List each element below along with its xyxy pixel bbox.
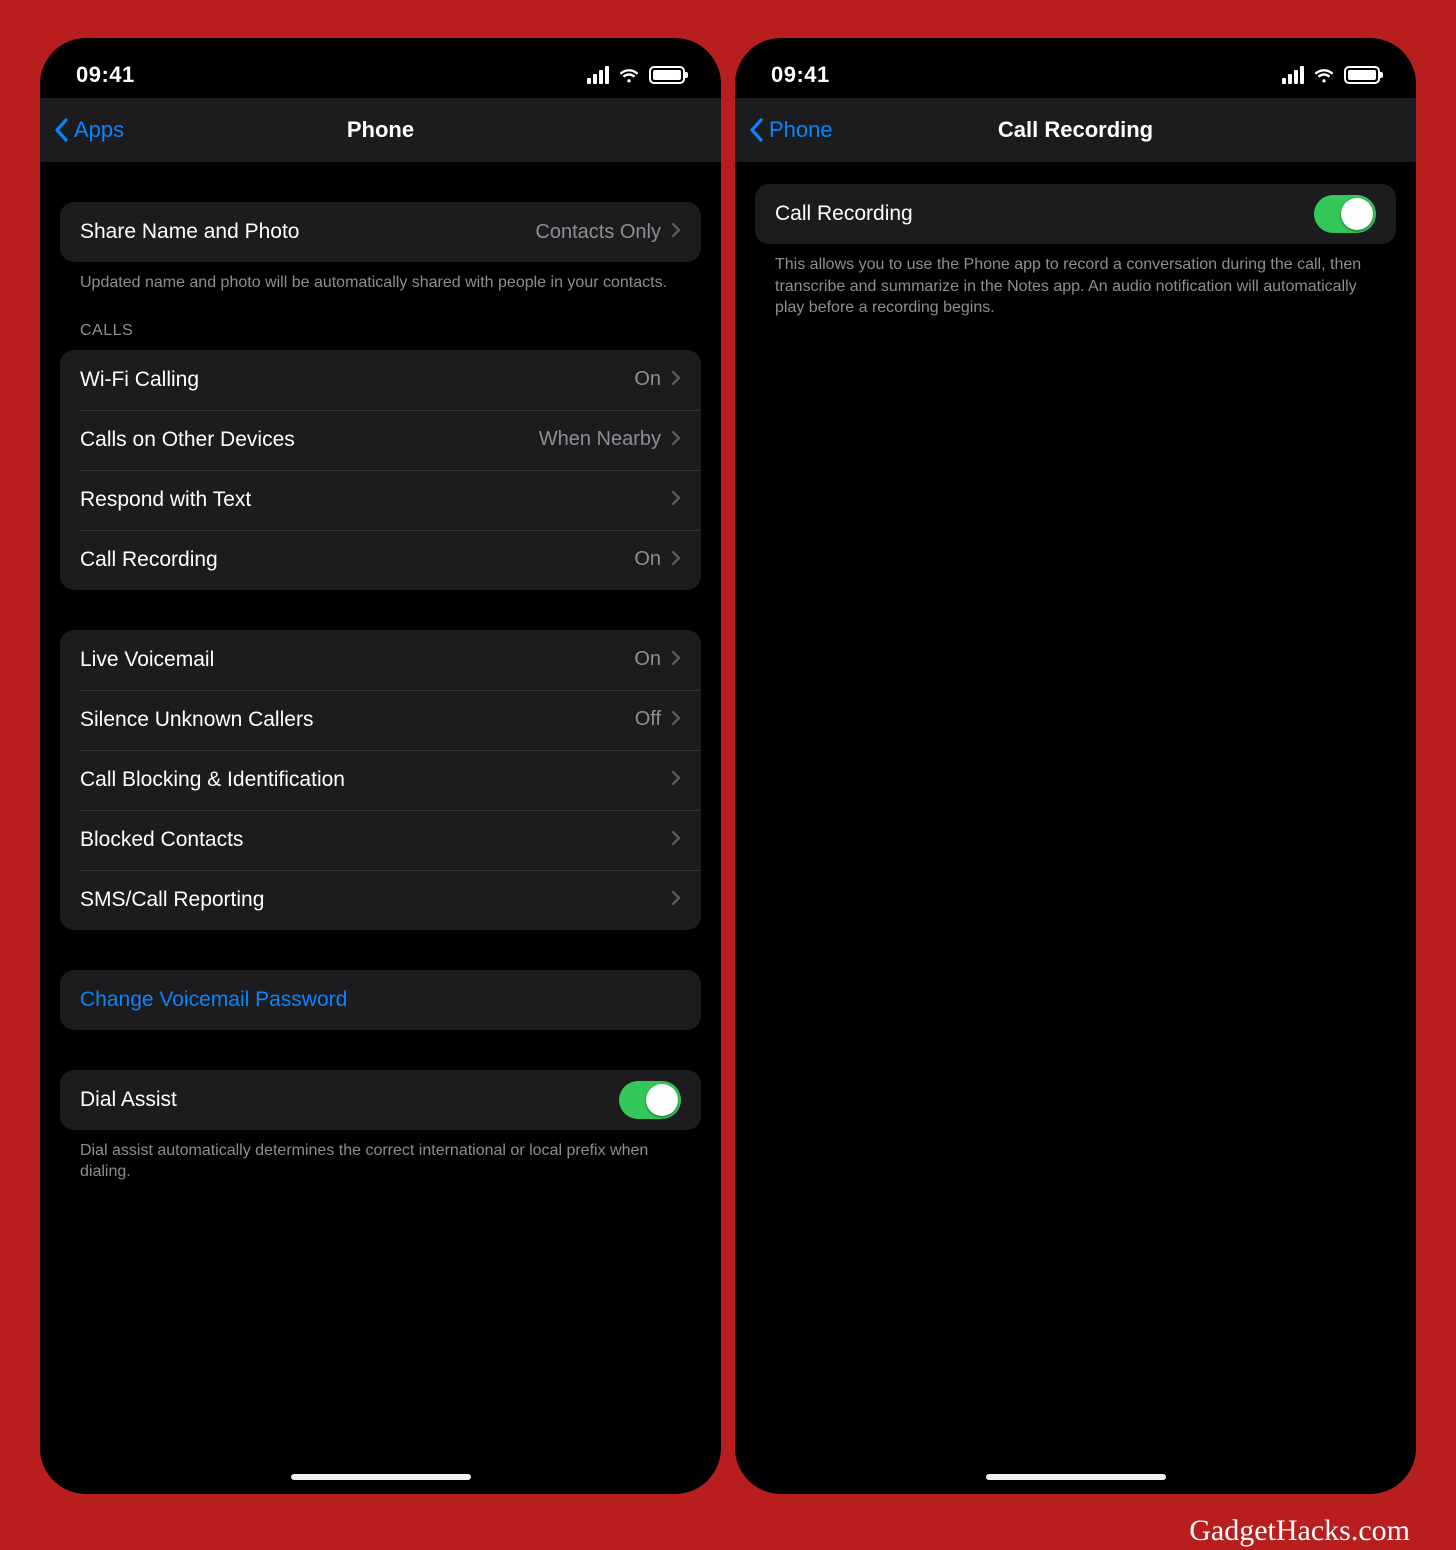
back-button[interactable]: Apps [54, 117, 124, 143]
row-share-name-photo[interactable]: Share Name and Photo Contacts Only [60, 202, 701, 262]
chevron-right-icon [671, 648, 681, 672]
section-header-calls: CALLS [80, 322, 701, 340]
row-sms-call-reporting[interactable]: SMS/Call Reporting [60, 870, 701, 930]
home-indicator[interactable] [986, 1474, 1166, 1480]
group-call-recording: Call Recording [755, 184, 1396, 244]
row-label: Respond with Text [80, 488, 671, 512]
row-label: Share Name and Photo [80, 220, 535, 244]
row-value: Off [635, 708, 661, 731]
group-calls: Wi-Fi Calling On Calls on Other Devices … [60, 350, 701, 590]
chevron-right-icon [671, 708, 681, 732]
call-recording-footer: This allows you to use the Phone app to … [755, 244, 1396, 319]
chevron-right-icon [671, 428, 681, 452]
watermark: GadgetHacks.com [1189, 1514, 1410, 1548]
nav-header: Apps Phone [40, 98, 721, 162]
chevron-right-icon [671, 548, 681, 572]
content: Call Recording This allows you to use th… [735, 162, 1416, 1494]
row-value: On [634, 548, 661, 571]
status-bar: 09:41 [40, 38, 721, 98]
chevron-right-icon [671, 488, 681, 512]
phone-screen-left: 09:41 Apps Phone Share Name and Photo Co… [40, 38, 721, 1494]
dial-assist-footer: Dial assist automatically determines the… [60, 1130, 701, 1183]
status-bar: 09:41 [735, 38, 1416, 98]
chevron-right-icon [671, 768, 681, 792]
row-calls-other-devices[interactable]: Calls on Other Devices When Nearby [60, 410, 701, 470]
wifi-icon [617, 66, 641, 84]
row-dial-assist: Dial Assist [60, 1070, 701, 1130]
dial-assist-toggle[interactable] [619, 1081, 681, 1119]
row-change-voicemail-password[interactable]: Change Voicemail Password [60, 970, 701, 1030]
row-value: When Nearby [539, 428, 661, 451]
back-label: Apps [74, 117, 124, 143]
row-live-voicemail[interactable]: Live Voicemail On [60, 630, 701, 690]
row-value: On [634, 368, 661, 391]
cellular-signal-icon [1282, 66, 1304, 84]
row-label: Blocked Contacts [80, 828, 671, 852]
share-footer: Updated name and photo will be automatic… [60, 262, 701, 294]
row-label: Wi-Fi Calling [80, 368, 634, 392]
chevron-left-icon [749, 118, 765, 142]
chevron-right-icon [671, 368, 681, 392]
home-indicator[interactable] [291, 1474, 471, 1480]
row-label: Dial Assist [80, 1088, 619, 1112]
cellular-signal-icon [587, 66, 609, 84]
row-label: Call Blocking & Identification [80, 768, 671, 792]
row-value: Contacts Only [535, 221, 661, 244]
wifi-icon [1312, 66, 1336, 84]
chevron-right-icon [671, 888, 681, 912]
row-label: Silence Unknown Callers [80, 708, 635, 732]
content: Share Name and Photo Contacts Only Updat… [40, 162, 721, 1494]
nav-header: Phone Call Recording [735, 98, 1416, 162]
row-silence-unknown-callers[interactable]: Silence Unknown Callers Off [60, 690, 701, 750]
row-label: Calls on Other Devices [80, 428, 539, 452]
row-respond-with-text[interactable]: Respond with Text [60, 470, 701, 530]
chevron-left-icon [54, 118, 70, 142]
row-label: SMS/Call Reporting [80, 888, 671, 912]
row-label: Call Recording [775, 202, 1314, 226]
status-time: 09:41 [771, 62, 830, 88]
row-label: Live Voicemail [80, 648, 634, 672]
row-label: Change Voicemail Password [80, 988, 681, 1012]
row-wifi-calling[interactable]: Wi-Fi Calling On [60, 350, 701, 410]
frame: 09:41 Apps Phone Share Name and Photo Co… [12, 12, 1444, 1520]
page-title: Phone [40, 117, 721, 143]
call-recording-toggle[interactable] [1314, 195, 1376, 233]
group-dial-assist: Dial Assist [60, 1070, 701, 1130]
phone-screen-right: 09:41 Phone Call Recording Call Recordin… [735, 38, 1416, 1494]
page-title: Call Recording [735, 117, 1416, 143]
row-value: On [634, 648, 661, 671]
row-call-recording[interactable]: Call Recording On [60, 530, 701, 590]
chevron-right-icon [671, 828, 681, 852]
group-voicemail-password: Change Voicemail Password [60, 970, 701, 1030]
status-time: 09:41 [76, 62, 135, 88]
row-call-recording-toggle: Call Recording [755, 184, 1396, 244]
status-icons [587, 66, 685, 84]
battery-icon [649, 66, 685, 84]
status-icons [1282, 66, 1380, 84]
row-blocked-contacts[interactable]: Blocked Contacts [60, 810, 701, 870]
row-call-blocking-identification[interactable]: Call Blocking & Identification [60, 750, 701, 810]
row-label: Call Recording [80, 548, 634, 572]
battery-icon [1344, 66, 1380, 84]
back-label: Phone [769, 117, 833, 143]
group-share: Share Name and Photo Contacts Only [60, 202, 701, 262]
chevron-right-icon [671, 220, 681, 244]
back-button[interactable]: Phone [749, 117, 833, 143]
group-other: Live Voicemail On Silence Unknown Caller… [60, 630, 701, 930]
